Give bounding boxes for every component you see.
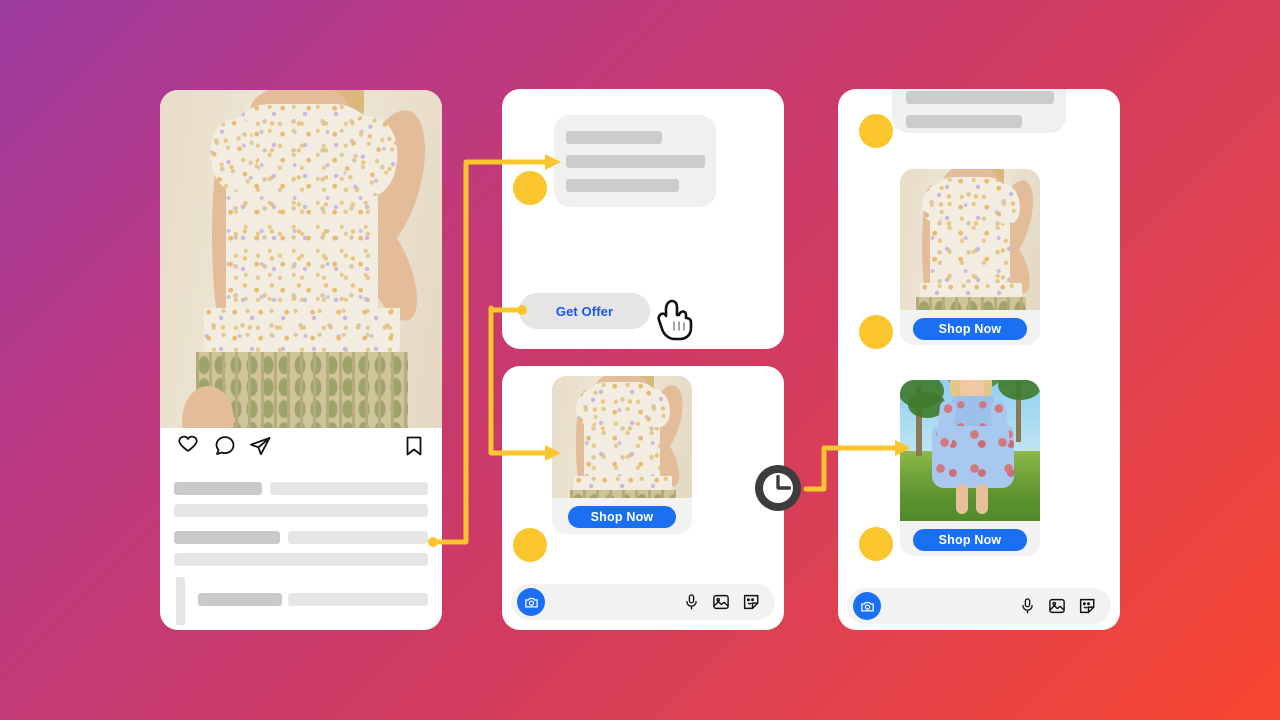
share-icon[interactable] [248, 434, 272, 458]
microphone-icon[interactable] [1019, 597, 1036, 615]
product-card: Shop Now [552, 376, 692, 534]
messenger-product-card: Shop Now [502, 366, 784, 630]
instagram-post-card [160, 90, 442, 630]
message-input-bar[interactable] [847, 588, 1111, 624]
bubble-line-1 [906, 91, 1054, 104]
comment-line-light [288, 593, 428, 606]
bubble-line-2 [906, 115, 1022, 128]
caption-line-4-light [174, 553, 428, 566]
bubble-line-1 [566, 131, 662, 144]
comment-line-dark [198, 593, 282, 606]
avatar-top [859, 114, 893, 148]
dress-bodice [952, 396, 994, 430]
product-image[interactable] [552, 376, 692, 498]
product-card-two: Shop Now [900, 380, 1040, 556]
messenger-offer-card: Get Offer [502, 89, 784, 349]
caption-line-3-light [288, 531, 428, 544]
comment-quote-bar [176, 577, 185, 625]
bubble-line-3 [566, 179, 679, 192]
caption-line-1-light [270, 482, 428, 495]
message-input-bar[interactable] [511, 584, 775, 620]
shop-now-button-two[interactable]: Shop Now [913, 529, 1027, 551]
model-leg-right [976, 484, 988, 514]
get-offer-button[interactable]: Get Offer [519, 293, 650, 329]
photo-icon[interactable] [1048, 597, 1066, 615]
product-card-one: Shop Now [900, 169, 1040, 345]
photo-icon[interactable] [712, 593, 730, 611]
dress-photo-cream [900, 169, 1040, 310]
heart-icon[interactable] [176, 434, 200, 458]
sticker-icon[interactable] [742, 593, 760, 611]
camera-icon[interactable] [853, 592, 881, 620]
model-leg-left [956, 484, 968, 514]
avatar-two [859, 527, 893, 561]
bookmark-icon[interactable] [402, 434, 426, 458]
caption-line-3-dark [174, 531, 280, 544]
avatar [513, 528, 547, 562]
dress-sleeve-left [576, 390, 600, 424]
sticker-icon[interactable] [1078, 597, 1096, 615]
incoming-message-bubble [892, 89, 1066, 133]
comment-icon[interactable] [213, 434, 237, 458]
dress-photo-cream [552, 376, 692, 498]
microphone-icon[interactable] [683, 593, 700, 611]
instagram-action-bar [160, 428, 442, 472]
dress-photo-cream [160, 90, 442, 428]
product-image-one[interactable] [900, 169, 1040, 310]
instagram-post-image[interactable] [160, 90, 442, 428]
shop-now-button[interactable]: Shop Now [568, 506, 676, 528]
bubble-line-2 [566, 155, 705, 168]
avatar-one [859, 315, 893, 349]
clock-icon [752, 462, 804, 514]
messenger-followup-card: Shop Now Shop Now [838, 89, 1120, 630]
camera-icon[interactable] [517, 588, 545, 616]
dress-photo-blue [900, 380, 1040, 521]
dress-hem-border [916, 297, 1026, 310]
product-image-two[interactable] [900, 380, 1040, 521]
shop-now-button-one[interactable]: Shop Now [913, 318, 1027, 340]
avatar [513, 171, 547, 205]
dress-skirt [204, 308, 400, 358]
caption-line-1-dark [174, 482, 262, 495]
dress-hem-border [570, 490, 676, 498]
dress-sleeve-left [922, 185, 946, 221]
incoming-message-bubble [554, 115, 716, 207]
caption-line-2-light [174, 504, 428, 517]
pointing-hand-cursor [653, 292, 701, 342]
